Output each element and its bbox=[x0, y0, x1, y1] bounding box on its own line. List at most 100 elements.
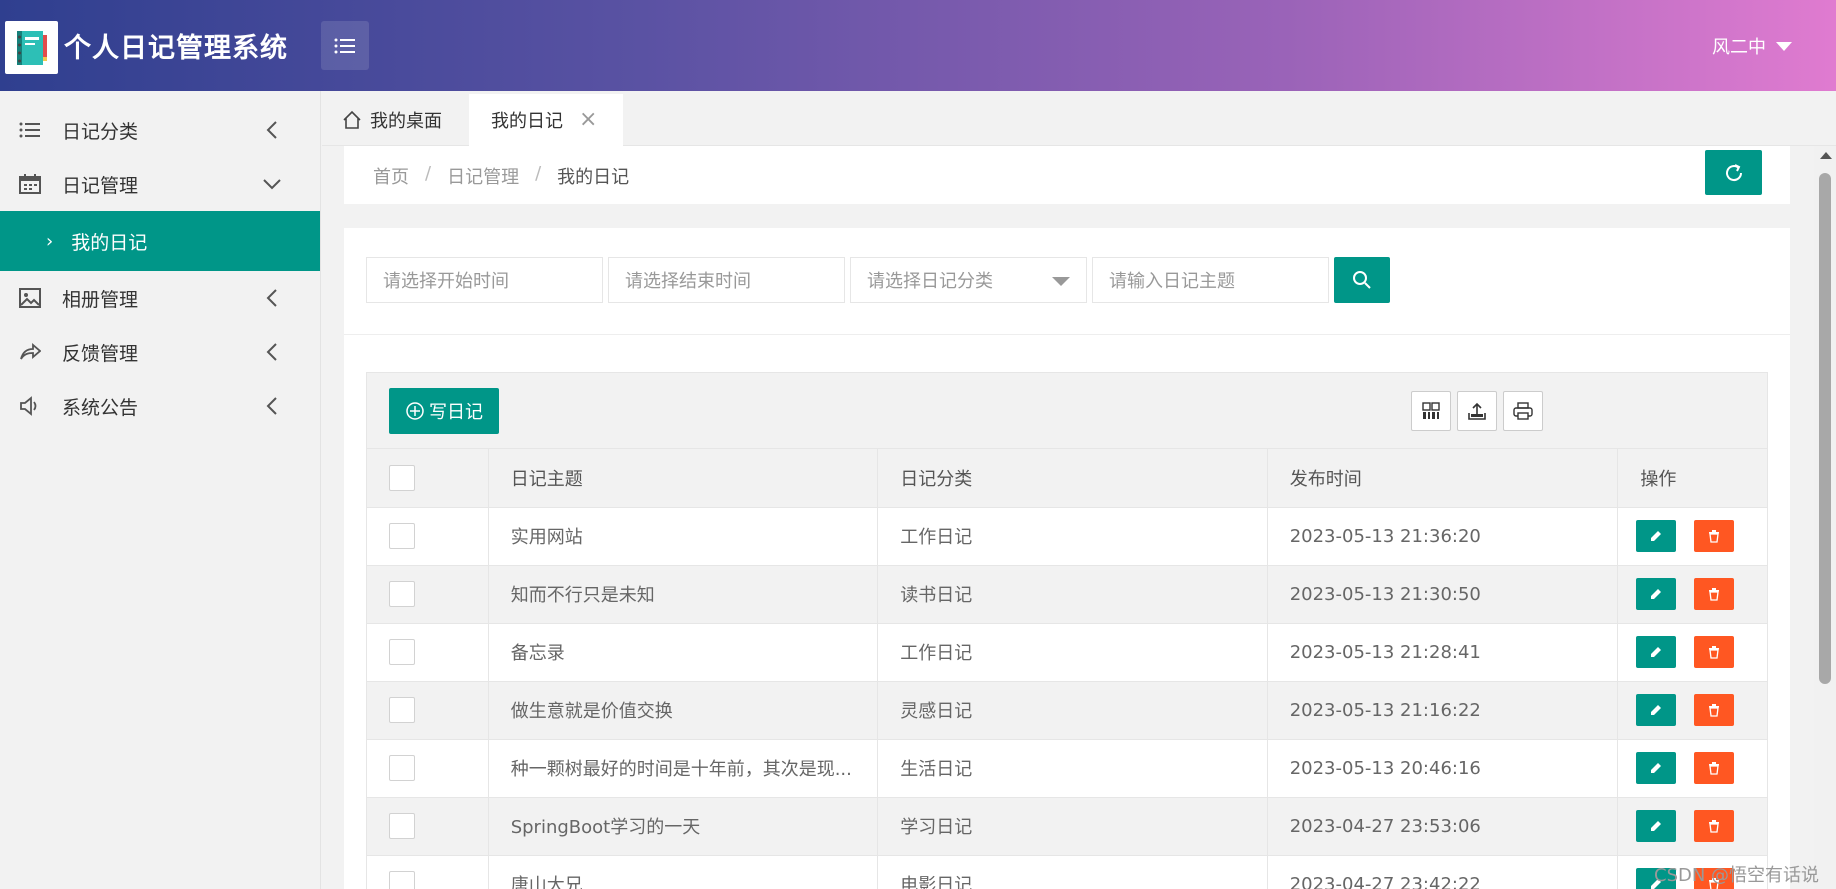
breadcrumb-separator: / bbox=[425, 163, 432, 184]
edit-button[interactable] bbox=[1636, 636, 1677, 668]
tab-label: 我的桌面 bbox=[370, 111, 442, 132]
end-time-input[interactable]: 请选择结束时间 bbox=[608, 257, 845, 303]
table-row: 做生意就是价值交换 灵感日记 2023-05-13 21:16:22 bbox=[367, 681, 1767, 740]
edit-button[interactable] bbox=[1636, 752, 1677, 784]
row-checkbox[interactable] bbox=[389, 639, 415, 665]
cell-category: 电影日记 bbox=[877, 855, 1268, 889]
cell-subject: 种一颗树最好的时间是十年前，其次是现... bbox=[488, 739, 879, 798]
sidebar-item-my-diary[interactable]: › 我的日记 bbox=[0, 211, 320, 271]
chevron-right-icon: › bbox=[46, 230, 54, 252]
tab-my-diary[interactable]: 我的日记 × bbox=[469, 94, 623, 146]
menu-toggle-button[interactable] bbox=[321, 21, 369, 70]
row-select-cell bbox=[367, 797, 489, 856]
refresh-button[interactable] bbox=[1705, 150, 1762, 195]
cell-actions bbox=[1617, 507, 1767, 566]
table-row: 知而不行只是未知 读书日记 2023-05-13 21:30:50 bbox=[367, 565, 1767, 624]
close-icon[interactable]: × bbox=[579, 107, 597, 132]
user-name: 风二中 bbox=[1712, 37, 1766, 58]
scrollbar-thumb[interactable] bbox=[1819, 173, 1831, 684]
table-row: 备忘录 工作日记 2023-05-13 21:28:41 bbox=[367, 623, 1767, 682]
delete-button[interactable] bbox=[1694, 810, 1735, 842]
trash-icon bbox=[1709, 588, 1720, 601]
breadcrumb-current: 我的日记 bbox=[557, 167, 630, 188]
row-checkbox[interactable] bbox=[389, 697, 415, 723]
row-checkbox[interactable] bbox=[389, 755, 415, 781]
sidebar-item-label: 日记分类 bbox=[62, 120, 139, 143]
tab-desktop[interactable]: 我的桌面 bbox=[342, 94, 442, 146]
start-time-input[interactable]: 请选择开始时间 bbox=[366, 257, 603, 303]
scroll-up-icon[interactable] bbox=[1820, 152, 1832, 159]
sidebar-item-album[interactable]: 相册管理 bbox=[0, 271, 320, 325]
subject-input[interactable]: 请输入日记主题 bbox=[1092, 257, 1329, 303]
sidebar-item-label: 日记管理 bbox=[62, 174, 139, 197]
sidebar-item-label: 相册管理 bbox=[62, 288, 139, 311]
row-select-cell bbox=[367, 623, 489, 682]
sidebar-item-feedback[interactable]: 反馈管理 bbox=[0, 325, 320, 379]
table-header-row: 日记主题 日记分类 发布时间 操作 bbox=[367, 449, 1767, 508]
add-circle-icon bbox=[406, 402, 424, 420]
page-scrollbar[interactable] bbox=[1814, 146, 1836, 889]
header-category[interactable]: 日记分类 bbox=[877, 449, 1268, 508]
edit-button[interactable] bbox=[1636, 520, 1677, 552]
search-form: 请选择开始时间 请选择结束时间 请选择日记分类 请输入日记主题 bbox=[366, 257, 1390, 303]
divider bbox=[344, 334, 1790, 335]
print-icon bbox=[1513, 402, 1533, 420]
cell-actions bbox=[1617, 623, 1767, 682]
delete-button[interactable] bbox=[1694, 520, 1735, 552]
header-subject[interactable]: 日记主题 bbox=[488, 449, 879, 508]
cell-category: 工作日记 bbox=[877, 507, 1268, 566]
table-row: 种一颗树最好的时间是十年前，其次是现... 生活日记 2023-05-13 20:4… bbox=[367, 739, 1767, 798]
sidebar-item-diary-manage[interactable]: 日记管理 bbox=[0, 157, 320, 211]
cell-category: 生活日记 bbox=[877, 739, 1268, 798]
sidebar-item-notice[interactable]: 系统公告 bbox=[0, 379, 320, 433]
breadcrumb-home[interactable]: 首页 bbox=[373, 163, 409, 189]
category-select[interactable]: 请选择日记分类 bbox=[850, 257, 1087, 303]
edit-button[interactable] bbox=[1636, 578, 1677, 610]
dropdown-arrow-icon bbox=[1052, 277, 1070, 286]
cell-time: 2023-05-13 21:28:41 bbox=[1267, 623, 1619, 682]
delete-button[interactable] bbox=[1694, 578, 1735, 610]
delete-button[interactable] bbox=[1694, 752, 1735, 784]
export-button[interactable] bbox=[1457, 391, 1497, 431]
write-diary-button[interactable]: 写日记 bbox=[389, 388, 499, 434]
app-title: 个人日记管理系统 bbox=[64, 33, 288, 64]
chevron-left-icon bbox=[266, 121, 277, 139]
cell-subject: 备忘录 bbox=[488, 623, 879, 682]
sidebar-item-diary-category[interactable]: 日记分类 bbox=[0, 103, 320, 157]
trash-icon bbox=[1709, 762, 1720, 775]
delete-button[interactable] bbox=[1694, 636, 1735, 668]
header-time[interactable]: 发布时间 bbox=[1267, 449, 1619, 508]
watermark: CSDN @悟空有话说 bbox=[1654, 865, 1820, 886]
select-all-checkbox[interactable] bbox=[389, 464, 415, 491]
row-checkbox[interactable] bbox=[389, 871, 415, 889]
row-checkbox[interactable] bbox=[389, 581, 415, 607]
caret-down-icon bbox=[1776, 41, 1792, 51]
breadcrumb-diary-manage[interactable]: 日记管理 bbox=[447, 163, 519, 189]
search-button[interactable] bbox=[1334, 257, 1390, 303]
edit-icon bbox=[1651, 589, 1662, 599]
chevron-left-icon bbox=[266, 343, 277, 361]
trash-icon bbox=[1709, 646, 1720, 659]
trash-icon bbox=[1709, 530, 1720, 543]
row-checkbox[interactable] bbox=[389, 523, 415, 549]
edit-icon bbox=[1651, 705, 1662, 715]
cell-category: 读书日记 bbox=[877, 565, 1268, 624]
calendar-icon bbox=[18, 172, 42, 196]
row-select-cell bbox=[367, 565, 489, 624]
home-icon bbox=[343, 110, 361, 129]
user-menu[interactable]: 风二中 bbox=[1712, 33, 1792, 59]
edit-button[interactable] bbox=[1636, 694, 1677, 726]
edit-button[interactable] bbox=[1636, 810, 1677, 842]
search-icon bbox=[1353, 271, 1371, 289]
row-checkbox[interactable] bbox=[389, 813, 415, 839]
top-header: 个人日记管理系统 风二中 bbox=[0, 0, 1836, 91]
row-select-cell bbox=[367, 681, 489, 740]
diary-table: 写日记 日记主题 日记分类 发布时间 操作 实用网站 工作日记 2023-05-… bbox=[366, 372, 1768, 889]
print-button[interactable] bbox=[1503, 391, 1543, 431]
main-card: 请选择开始时间 请选择结束时间 请选择日记分类 请输入日记主题 写日记 日记主题… bbox=[344, 228, 1790, 889]
delete-button[interactable] bbox=[1694, 694, 1735, 726]
table-row: SpringBoot学习的一天 学习日记 2023-04-27 23:53:06 bbox=[367, 797, 1767, 856]
cell-actions bbox=[1617, 739, 1767, 798]
columns-filter-button[interactable] bbox=[1411, 391, 1451, 431]
cell-subject: 知而不行只是未知 bbox=[488, 565, 879, 624]
